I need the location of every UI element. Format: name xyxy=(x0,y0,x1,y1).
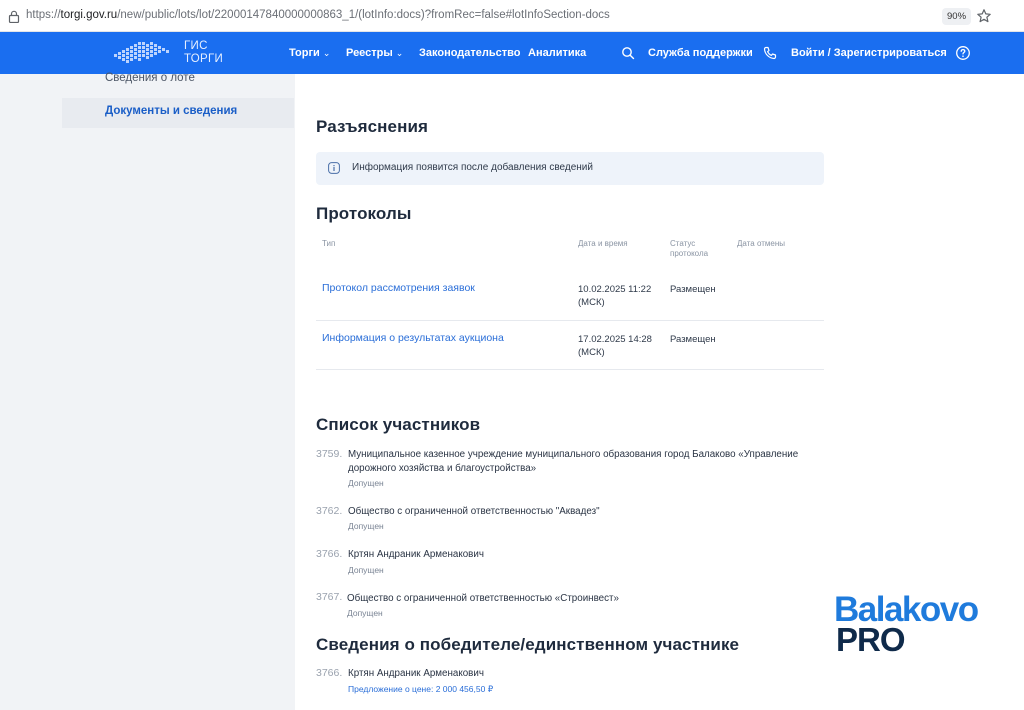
russia-map-logo-icon[interactable] xyxy=(112,38,172,68)
participants-heading: Список участников xyxy=(316,415,481,434)
column-header-type: Тип xyxy=(322,239,336,248)
nav-reestry[interactable]: Реестры ⌄ xyxy=(346,47,403,59)
browser-address-bar: https://torgi.gov.ru/new/public/lots/lot… xyxy=(0,0,1024,32)
lock-icon xyxy=(8,10,20,23)
logo-text[interactable]: ГИС ТОРГИ xyxy=(184,40,223,66)
participant-name: Общество с ограниченной ответственностью… xyxy=(348,506,600,517)
winner-name: Кртян Андраник Арменакович xyxy=(348,668,484,679)
protocol-date: 17.02.2025 14:28 (МСК) xyxy=(578,334,652,358)
sidebar-item-lot-info[interactable]: Сведения о лоте xyxy=(62,72,294,90)
winner-offer: Предложение о цене: 2 000 456,50 ₽ xyxy=(348,684,494,694)
explanations-heading: Разъяснения xyxy=(316,117,429,136)
chevron-down-icon: ⌄ xyxy=(322,48,331,58)
winner-number: 3766. xyxy=(316,667,343,679)
protocol-date: 10.02.2025 11:22 (МСК) xyxy=(578,284,652,308)
address-url[interactable]: https://torgi.gov.ru/new/public/lots/lot… xyxy=(26,9,610,21)
watermark-pro: PRO xyxy=(836,621,906,658)
protocol-link-applications[interactable]: Протокол рассмотрения заявок xyxy=(322,282,475,294)
login-button[interactable]: Войти / Зарегистрироваться xyxy=(791,47,947,59)
chevron-down-icon: ⌄ xyxy=(395,48,404,58)
info-banner: Информация появится после добавления све… xyxy=(316,152,824,185)
support-link[interactable]: Служба поддержки xyxy=(648,47,753,59)
protocol-link-auction-results[interactable]: Информация о результатах аукциона xyxy=(322,332,504,344)
column-header-status: Статус протокола xyxy=(670,239,709,258)
protocol-status: Размещен xyxy=(670,334,716,345)
participant-number: 3766. xyxy=(316,548,343,560)
site-header: ГИС ТОРГИ Торги ⌄ Реестры ⌄ Законодательст… xyxy=(0,32,1024,74)
participant-number: 3767. xyxy=(316,591,343,603)
sidebar-item-documents[interactable]: Документы и сведения xyxy=(62,98,294,128)
zoom-badge[interactable]: 90% xyxy=(942,8,972,25)
info-icon xyxy=(328,162,340,174)
winner-heading: Сведения о победителе/единственном участ… xyxy=(316,635,740,654)
participant-status: Допущен xyxy=(348,478,384,488)
column-header-datetime: Дата и время xyxy=(578,239,628,248)
participant-status: Допущен xyxy=(348,521,384,531)
bookmark-star-icon[interactable] xyxy=(976,8,992,24)
protocol-status: Размещен xyxy=(670,284,716,295)
nav-analytics[interactable]: Аналитика xyxy=(528,47,586,59)
participant-name: Кртян Андраник Арменакович xyxy=(348,549,484,560)
nav-legislation[interactable]: Законодательство xyxy=(419,47,521,59)
column-header-cancel-date: Дата отмены xyxy=(737,239,785,248)
row-divider xyxy=(316,369,824,370)
participant-status: Допущен xyxy=(348,565,384,575)
participant-number: 3762. xyxy=(316,505,343,517)
participant-status: Допущен xyxy=(347,608,383,618)
info-banner-text: Информация появится после добавления све… xyxy=(352,162,593,173)
search-icon[interactable] xyxy=(620,45,636,61)
protocols-heading: Протоколы xyxy=(316,204,412,223)
participant-name: Общество с ограниченной ответственностью… xyxy=(347,593,619,604)
phone-icon[interactable] xyxy=(762,45,778,61)
help-icon[interactable] xyxy=(955,45,971,61)
participant-name: Муниципальное казенное учреждение муници… xyxy=(348,449,799,474)
nav-torgi[interactable]: Торги ⌄ xyxy=(289,47,330,59)
participant-number: 3759. xyxy=(316,448,343,460)
row-divider xyxy=(316,320,824,321)
